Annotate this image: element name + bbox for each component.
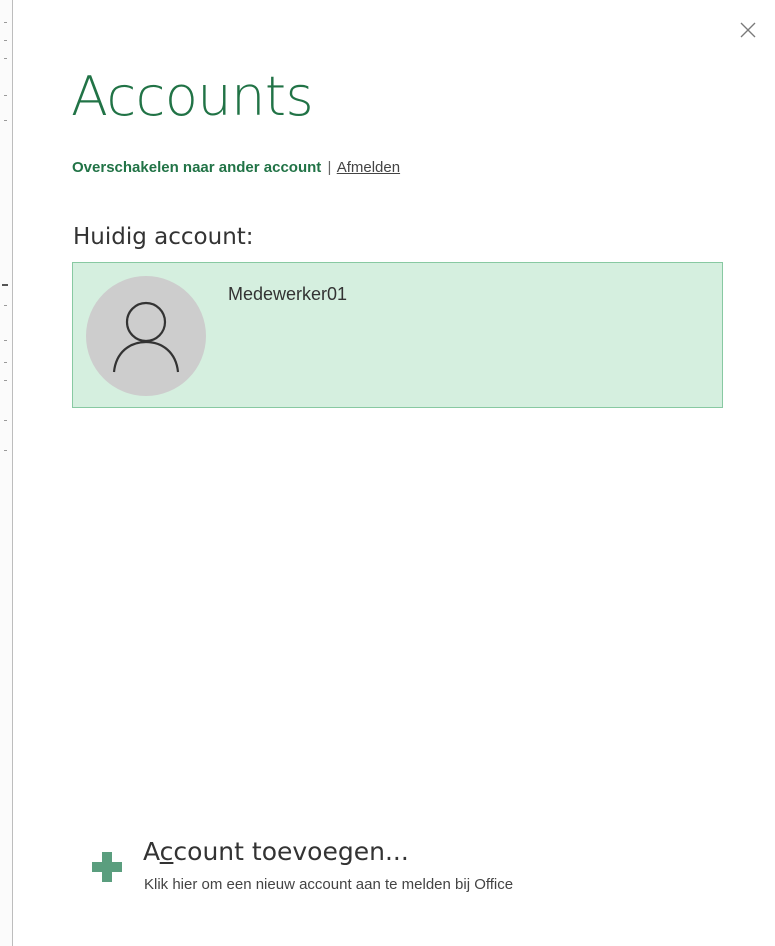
accounts-dialog: Accounts Overschakelen naar ander accoun… — [0, 0, 775, 946]
edge-tick — [4, 340, 7, 341]
edge-tick — [4, 22, 7, 23]
plus-icon — [92, 852, 122, 882]
link-separator: | — [327, 159, 332, 176]
avatar — [86, 276, 206, 396]
edge-tick — [4, 362, 7, 363]
page-title: Accounts — [71, 65, 314, 128]
switch-account-link[interactable]: Overschakelen naar ander account — [72, 159, 321, 176]
add-account-button[interactable]: Account toevoegen... Klik hier om een ni… — [90, 837, 690, 901]
background-app-edge — [0, 0, 13, 946]
account-name: Medewerker01 — [228, 284, 348, 304]
current-account-card[interactable]: Medewerker01 — [72, 262, 723, 408]
add-account-description: Klik hier om een nieuw account aan te me… — [144, 876, 514, 893]
close-button[interactable] — [736, 18, 760, 42]
edge-tick — [4, 380, 7, 381]
edge-tick — [4, 58, 7, 59]
add-account-title: Account toevoegen... — [143, 837, 409, 866]
edge-tick — [4, 95, 7, 96]
edge-tick — [4, 120, 7, 121]
account-links: Overschakelen naar ander account | Afmel… — [72, 159, 400, 176]
edge-tick — [4, 305, 7, 306]
edge-tick — [4, 40, 7, 41]
user-icon — [112, 301, 180, 373]
sign-out-link[interactable]: Afmelden — [337, 159, 400, 176]
close-icon — [740, 22, 756, 38]
edge-tick — [4, 450, 7, 451]
add-account-title-suffix: count toevoegen... — [173, 837, 409, 866]
add-account-accelerator: c — [159, 837, 174, 866]
edge-mark — [2, 284, 8, 286]
add-account-title-prefix: A — [143, 837, 160, 866]
edge-tick — [4, 420, 7, 421]
current-account-heading: Huidig account: — [73, 224, 254, 250]
